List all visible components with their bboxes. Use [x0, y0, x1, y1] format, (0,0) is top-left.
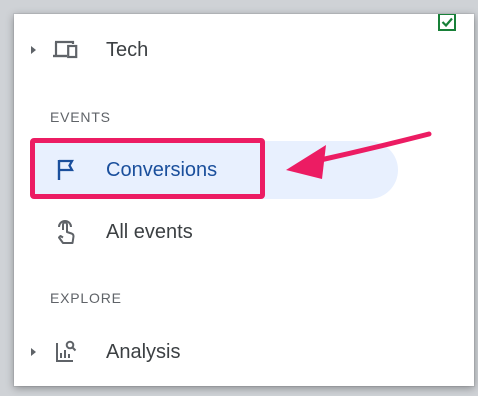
annotation-arrow-icon — [286, 131, 432, 179]
expand-arrow-icon[interactable] — [31, 46, 36, 54]
sidebar-item-label: Analysis — [106, 340, 181, 363]
analysis-icon — [51, 337, 81, 367]
expand-arrow-icon[interactable] — [31, 348, 36, 356]
touch-icon — [51, 217, 81, 247]
sidebar-item-label: Tech — [106, 38, 149, 61]
screenshot-frame: Tech EVENTS Conversions All events EXPLO… — [14, 14, 474, 386]
section-header-explore: EXPLORE — [50, 290, 122, 306]
devices-icon — [51, 35, 81, 65]
sidebar-item-tech[interactable]: Tech — [14, 29, 314, 71]
sidebar-item-analysis[interactable]: Analysis — [14, 331, 314, 373]
section-header-events: EVENTS — [50, 109, 111, 125]
sidebar-item-label: All events — [106, 220, 193, 243]
annotation-highlight-box — [30, 138, 265, 199]
sidebar-nav: Tech EVENTS Conversions All events EXPLO… — [14, 14, 474, 386]
sidebar-item-all-events[interactable]: All events — [14, 211, 394, 253]
